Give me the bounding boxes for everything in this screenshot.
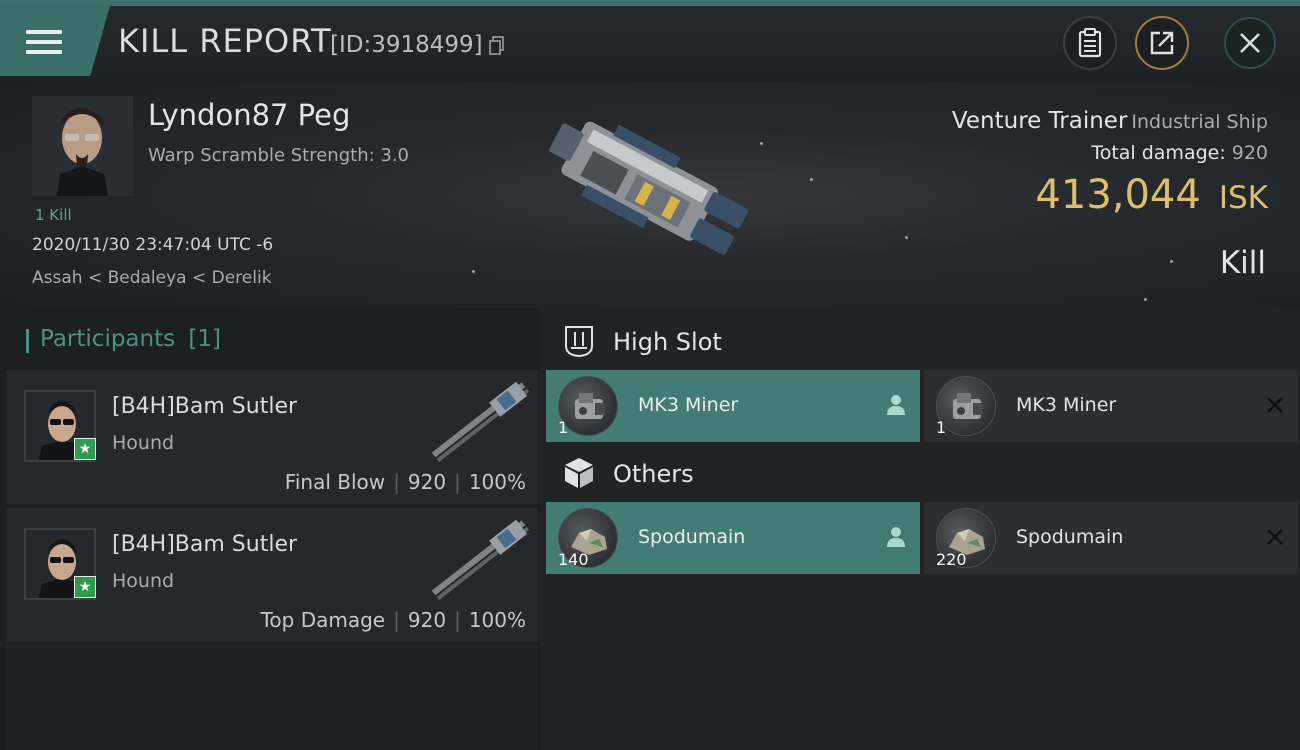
isk-value: 413,044 (1035, 172, 1201, 218)
participant-stats: Top Damage | 920 | 100% (260, 608, 526, 632)
participant-role: Top Damage (260, 608, 386, 632)
ship-name[interactable]: Venture Trainer (952, 108, 1127, 134)
cargo-box-icon (565, 458, 593, 488)
item-tile[interactable]: 140 Spodumain (546, 502, 920, 574)
participant-ship: Hound (112, 570, 175, 592)
person-icon (887, 395, 905, 415)
close-icon (1240, 33, 1260, 53)
item-name: Spodumain (638, 526, 746, 548)
report-id: [ID:3918499] (330, 32, 483, 58)
participants-count: [1] (188, 326, 222, 352)
ship-image[interactable] (520, 90, 790, 300)
high-slot-icon (565, 326, 593, 358)
copy-icon[interactable] (489, 36, 505, 56)
item-tile[interactable]: 1 MK3 Miner (546, 370, 920, 442)
item-quantity: 1 (936, 418, 947, 437)
item-name: Spodumain (1016, 526, 1124, 548)
participants-label: Participants (40, 326, 176, 352)
result-label: Kill (1219, 245, 1266, 281)
participant-name[interactable]: [B4H]Bam Sutler (112, 394, 297, 419)
participant-percent: 100% (468, 470, 526, 494)
item-tile[interactable]: 1 MK3 Miner (924, 370, 1298, 442)
item-quantity: 1 (558, 418, 569, 437)
weapon-icon (431, 381, 529, 463)
share-icon (1150, 31, 1174, 55)
clipboard-icon (1078, 28, 1102, 58)
participant-ship: Hound (112, 432, 175, 454)
ship-name-line: Venture Trainer Industrial Ship (952, 108, 1268, 134)
others-heading: Others (613, 460, 694, 488)
weapon-icon (431, 519, 529, 601)
warp-scramble-strength: Warp Scramble Strength: 3.0 (148, 145, 410, 166)
page-title: KILL REPORT (118, 22, 332, 60)
victim-name[interactable]: Lyndon87 Peg (148, 98, 350, 132)
isk-value-line: 413,044 ISK (1035, 172, 1268, 218)
participant-list-empty-space (6, 644, 538, 750)
total-damage-label: Total damage: (1091, 142, 1226, 164)
star-badge-icon: ★ (74, 438, 96, 460)
participant-row[interactable]: ★ [B4H]Bam Sutler Hound Final Blow | 920 | 1… (6, 370, 538, 504)
item-name: MK3 Miner (1016, 394, 1117, 416)
item-quantity: 140 (558, 550, 589, 569)
participant-row[interactable]: ★ [B4H]Bam Sutler Hound Top Damage | 920 | 1… (6, 508, 538, 642)
isk-unit: ISK (1218, 180, 1268, 216)
kill-location: Assah < Bedaleya < Derelik (32, 268, 272, 288)
ship-type: Industrial Ship (1131, 111, 1268, 133)
person-icon (887, 527, 905, 547)
participant-damage: 920 (407, 470, 447, 494)
total-damage-value: 920 (1231, 142, 1268, 164)
kill-count: 1 Kill (35, 206, 72, 224)
item-tile[interactable]: 220 Spodumain (924, 502, 1298, 574)
participant-damage: 920 (407, 608, 447, 632)
star-badge-icon: ★ (74, 576, 96, 598)
menu-icon (26, 28, 62, 56)
kill-timestamp: 2020/11/30 23:47:04 UTC -6 (32, 235, 274, 255)
participant-name[interactable]: [B4H]Bam Sutler (112, 532, 297, 557)
participants-title[interactable]: Participants [1] (26, 326, 222, 353)
destroyed-x-icon (1267, 529, 1283, 545)
share-button[interactable] (1135, 16, 1189, 70)
victim-portrait[interactable] (32, 96, 133, 196)
participant-percent: 100% (468, 608, 526, 632)
clipboard-button[interactable] (1063, 16, 1117, 70)
close-button[interactable] (1224, 17, 1276, 69)
participant-role: Final Blow (284, 470, 386, 494)
item-quantity: 220 (936, 550, 967, 569)
destroyed-x-icon (1267, 397, 1283, 413)
total-damage: Total damage: 920 (1091, 142, 1268, 164)
high-slot-heading: High Slot (613, 328, 722, 356)
participant-stats: Final Blow | 920 | 100% (284, 470, 526, 494)
item-name: MK3 Miner (638, 394, 739, 416)
